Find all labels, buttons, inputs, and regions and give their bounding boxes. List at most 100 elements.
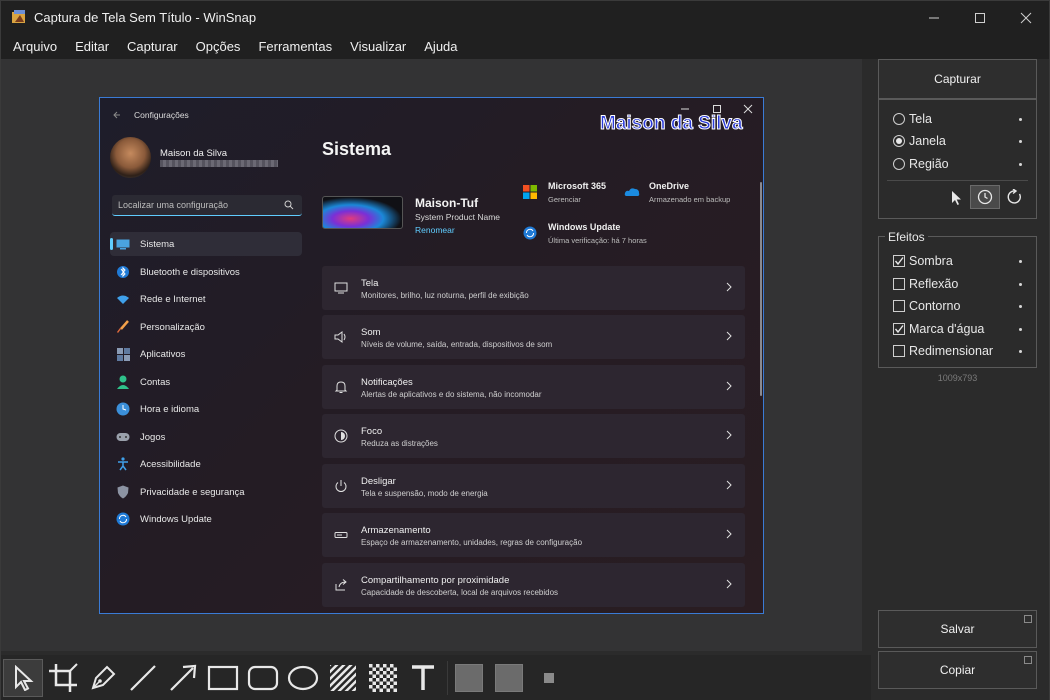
menu-ajuda[interactable]: Ajuda [424,39,457,54]
text-tool[interactable] [403,659,443,697]
onedrive-icon [624,188,640,196]
pen-tool[interactable] [83,659,123,697]
nav-personalizacao[interactable]: Personalização [110,315,302,339]
tile-sub: Última verificação: há 7 horas [548,236,647,245]
update-icon [116,512,130,526]
capture-button[interactable]: Capturar [878,59,1037,99]
outline-color-button[interactable] [489,659,529,697]
settings-search-input[interactable]: Localizar uma configuração [112,195,302,216]
captured-settings-window[interactable]: Configurações Maison da Silva Maison da … [99,97,764,614]
fill-color-button[interactable] [449,659,489,697]
setting-card-foco[interactable]: Foco Reduza as distrações [322,414,745,458]
include-cursor-icon[interactable] [951,190,963,206]
settings-main: Sistema Maison-Tuf System Product Name R… [322,98,763,613]
nav-acessibilidade[interactable]: Acessibilidade [110,452,302,476]
checkbox-contorno[interactable]: Contorno [893,297,960,315]
line-tool[interactable] [123,659,163,697]
checkbox [893,300,905,312]
copy-button[interactable]: Copiar [878,651,1037,689]
pointer-icon [15,665,34,691]
nav-hora-idioma[interactable]: Hora e idioma [110,397,302,421]
scrollbar[interactable] [760,182,762,396]
checkbox-marca-dagua[interactable]: Marca d'água [893,320,984,338]
card-subtitle: Reduza as distrações [361,439,438,448]
save-button-label: Salvar [940,622,975,636]
timer-icon [977,189,993,205]
chevron-right-icon [726,529,732,539]
rounded-rectangle-tool[interactable] [243,659,283,697]
radio-janela[interactable]: Janela [893,132,946,150]
crop-icon [49,663,78,692]
timer-button[interactable] [970,185,1000,209]
setting-card-notificacoes[interactable]: Notificações Alertas de aplicativos e do… [322,365,745,409]
checkbox [893,323,905,335]
share-icon [335,579,347,591]
rename-link[interactable]: Renomear [415,225,455,235]
maximize-button[interactable] [957,1,1003,34]
card-title: Foco [361,426,383,437]
save-button[interactable]: Salvar [878,610,1037,648]
pointer-tool[interactable] [3,659,43,697]
crop-tool[interactable] [43,659,83,697]
save-options-indicator[interactable] [1024,615,1032,623]
radio-regiao[interactable]: Região [893,155,949,173]
display-icon [334,282,348,294]
tile-title[interactable]: Windows Update [548,222,620,232]
arrow-tool[interactable] [163,659,203,697]
menu-capturar[interactable]: Capturar [127,39,178,54]
card-title: Desligar [361,476,396,487]
nav-sistema[interactable]: Sistema [110,232,302,256]
setting-card-desligar[interactable]: Desligar Tela e suspensão, modo de energ… [322,464,745,508]
pixelate-tool[interactable] [363,659,403,697]
checkbox-redimensionar[interactable]: Redimensionar [893,342,993,360]
card-title: Tela [361,278,379,289]
checkbox-label: Contorno [909,299,961,313]
checkbox-sombra[interactable]: Sombra [893,252,953,270]
brush-icon [116,320,130,334]
nav-rede[interactable]: Rede e Internet [110,287,302,311]
nav-contas[interactable]: Contas [110,370,302,394]
winsnap-window: Captura de Tela Sem Título - WinSnap Arq… [0,0,1050,700]
radio-tela[interactable]: Tela [893,110,932,128]
rectangle-tool[interactable] [203,659,243,697]
outline-color-swatch [495,664,523,692]
menu-visualizar[interactable]: Visualizar [350,39,406,54]
nav-label: Windows Update [140,513,212,525]
menu-ferramentas[interactable]: Ferramentas [258,39,332,54]
setting-card-som[interactable]: Som Níveis de volume, saída, entrada, di… [322,315,745,359]
ellipse-tool[interactable] [283,659,323,697]
chevron-right-icon [726,579,732,589]
tile-title[interactable]: Microsoft 365 [548,181,606,191]
checkbox [893,278,905,290]
nav-jogos[interactable]: Jogos [110,425,302,449]
nav-aplicativos[interactable]: Aplicativos [110,342,302,366]
nav-label: Rede e Internet [140,293,206,305]
windows-update-icon [523,226,537,240]
tile-title[interactable]: OneDrive [649,181,689,191]
capture-canvas[interactable]: Configurações Maison da Silva Maison da … [1,59,862,651]
avatar [110,137,151,178]
pen-icon [91,665,116,690]
radio-label: Região [909,157,949,171]
menu-arquivo[interactable]: Arquivo [13,39,57,54]
nav-bluetooth[interactable]: Bluetooth e dispositivos [110,260,302,284]
effects-title: Efeitos [885,230,928,244]
highlight-tool[interactable] [323,659,363,697]
copy-options-indicator[interactable] [1024,656,1032,664]
setting-card-armazenamento[interactable]: Armazenamento Espaço de armazenamento, u… [322,513,745,557]
repeat-capture-icon[interactable] [1007,189,1023,205]
minimize-button[interactable] [911,1,957,34]
system-icon [116,237,130,251]
storage-icon [334,532,348,538]
bell-icon [334,381,348,393]
card-subtitle: Espaço de armazenamento, unidades, regra… [361,538,583,547]
menu-editar[interactable]: Editar [75,39,109,54]
nav-windows-update[interactable]: Windows Update [110,507,302,531]
menu-opcoes[interactable]: Opções [196,39,241,54]
checkbox-reflexao[interactable]: Reflexão [893,275,958,293]
nav-privacidade[interactable]: Privacidade e segurança [110,480,302,504]
close-button[interactable] [1003,1,1049,34]
line-width-button[interactable] [529,659,569,697]
setting-card-compartilhamento[interactable]: Compartilhamento por proximidade Capacid… [322,563,745,607]
setting-card-tela[interactable]: Tela Monitores, brilho, luz noturna, per… [322,266,745,310]
